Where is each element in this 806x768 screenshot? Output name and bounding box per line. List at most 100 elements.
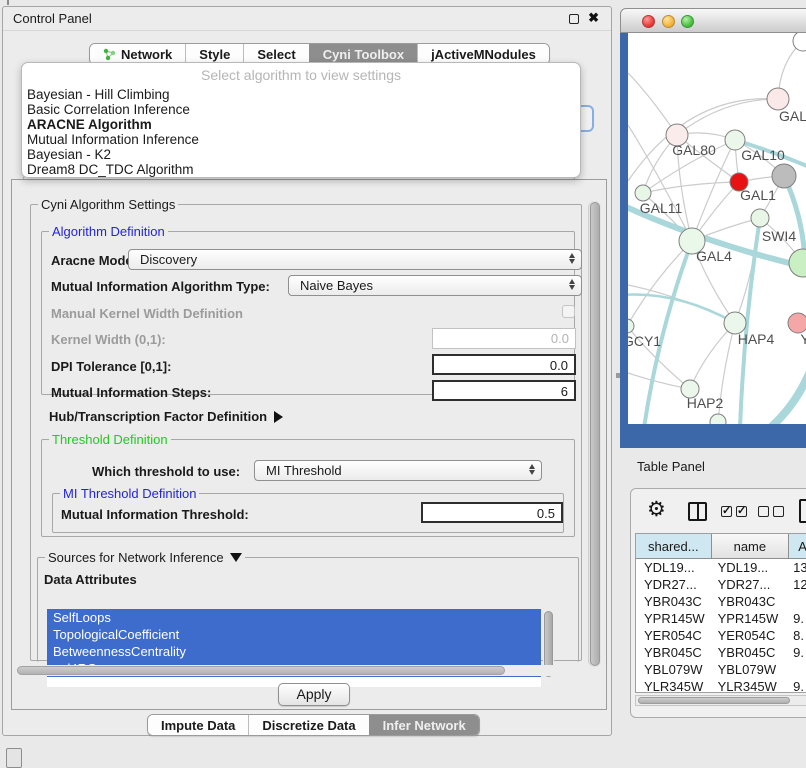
control-panel-titlebar[interactable]: Control Panel ✖ (3, 7, 611, 31)
network-node-label: GAL80 (672, 142, 716, 158)
gear-icon[interactable]: ⚙ (647, 497, 666, 522)
unchecked-checkbox-icon[interactable] (773, 506, 784, 517)
which-threshold-combo[interactable]: MI Threshold (254, 460, 542, 481)
tab-cyni-toolbox[interactable]: Cyni Toolbox (309, 44, 417, 64)
table-row[interactable]: YBL079WYBL079W (636, 661, 806, 678)
table-cell (789, 593, 806, 610)
data-attribute-item[interactable]: TopologicalCoefficient (47, 626, 541, 643)
aracne-mode-combo[interactable]: Discovery (128, 249, 582, 270)
tab-network-label: Network (121, 47, 172, 62)
settings-horizontal-scrollbar[interactable] (15, 665, 585, 676)
column-header-name[interactable]: name (712, 534, 790, 558)
mi-threshold-field[interactable]: 0.5 (421, 502, 563, 523)
network-node-gal[interactable] (767, 88, 789, 110)
kernel-width-field[interactable]: 0.0 (432, 328, 576, 349)
table-row[interactable]: YBR043CYBR043C (636, 593, 806, 610)
table-row[interactable]: YPR145WYPR145W9. (636, 610, 806, 627)
network-node-gal11[interactable] (635, 185, 651, 201)
collapse-arrow-icon[interactable] (230, 553, 242, 562)
mi-steps-field[interactable]: 6 (432, 380, 576, 401)
network-edge[interactable] (628, 73, 677, 135)
scrollbar-thumb[interactable] (590, 202, 600, 666)
mac-close-button[interactable] (642, 15, 655, 28)
table-row[interactable]: YDR27...YDR27...12 (636, 576, 806, 593)
data-attribute-item[interactable]: SelfLoops (47, 609, 541, 626)
network-edge[interactable] (628, 285, 735, 323)
data-attribute-item[interactable]: BetweennessCentrality (47, 643, 541, 660)
table-cell: YER054C (712, 627, 790, 644)
algorithm-option-list: Bayesian - Hill ClimbingBasic Correlatio… (22, 87, 580, 177)
network-node-y[interactable] (788, 313, 806, 333)
network-node-swi4[interactable] (751, 209, 769, 227)
scrollbar-thumb[interactable] (17, 666, 505, 675)
hub-definition-expander[interactable]: Hub/Transcription Factor Definition (49, 409, 283, 424)
manual-kernel-checkbox[interactable] (562, 305, 575, 318)
table-row[interactable]: YLR345WYLR345W9. (636, 678, 806, 693)
network-canvas-svg: GALGAL80GAL10GAL1GAL11SWI4GAL4HAP4YHAP2G… (628, 33, 806, 424)
algorithm-option[interactable]: ARACNE Algorithm (22, 117, 580, 132)
tab-discretize-data[interactable]: Discretize Data (248, 715, 368, 735)
mi-type-combo[interactable]: Naive Bayes (288, 275, 582, 296)
table-row[interactable]: YBR045CYBR045C9. (636, 644, 806, 661)
dpi-tolerance-label: DPI Tolerance [0,1]: (51, 359, 171, 374)
table-cell: YBR045C (712, 644, 790, 661)
table-cell: YDR27... (636, 576, 712, 593)
mi-threshold-definition-title: MI Threshold Definition (60, 486, 199, 501)
network-edge[interactable] (628, 99, 778, 181)
cyni-settings-scrollpane: Cyni Algorithm Settings Algorithm Defini… (11, 179, 607, 710)
algorithm-option[interactable]: Dream8 DC_TDC Algorithm (22, 162, 580, 177)
float-window-icon[interactable] (569, 14, 579, 24)
table-cell: YPR145W (712, 610, 790, 627)
scrollbar-thumb[interactable] (638, 697, 790, 704)
page-icon[interactable] (799, 499, 806, 523)
mac-minimize-button[interactable] (662, 15, 675, 28)
table-cell: YBR045C (636, 644, 712, 661)
unchecked-checkbox-icon[interactable] (758, 506, 769, 517)
apply-button[interactable]: Apply (278, 683, 350, 706)
network-edge[interactable] (690, 323, 735, 389)
network-edge[interactable] (677, 99, 778, 135)
dpi-tolerance-field[interactable]: 0.0 (432, 354, 576, 375)
tab-jactivemnodules[interactable]: jActiveMNodules (417, 44, 549, 64)
node-table: shared... name A YDL19...YDL19...13YDR27… (635, 533, 806, 693)
network-node-label: Y (800, 331, 806, 347)
network-node-label: GAL (779, 108, 806, 124)
table-row[interactable]: YDL19...YDL19...13 (636, 559, 806, 576)
table-cell: YLR345W (636, 678, 712, 693)
network-view-window: GALGAL80GAL10GAL1GAL11SWI4GAL4HAP4YHAP2G… (620, 8, 806, 448)
network-node[interactable] (789, 249, 806, 277)
algorithm-option[interactable]: Bayesian - Hill Climbing (22, 87, 580, 102)
tab-infer-network[interactable]: Infer Network (369, 715, 479, 735)
column-header-partial[interactable]: A (789, 534, 806, 558)
table-row[interactable]: YER054CYER054C8. (636, 627, 806, 644)
table-cell (789, 661, 806, 678)
table-horizontal-scrollbar[interactable] (635, 695, 806, 706)
checked-checkbox-icon[interactable]: ✓ (736, 506, 747, 517)
data-attributes-label: Data Attributes (44, 572, 137, 587)
mac-zoom-button[interactable] (681, 15, 694, 28)
tab-style[interactable]: Style (185, 44, 243, 64)
algorithm-option[interactable]: Basic Correlation Inference (22, 102, 580, 117)
expand-arrow-icon[interactable] (274, 411, 283, 423)
algorithm-dropdown-popup: Select algorithm to view settings Bayesi… (21, 62, 581, 178)
settings-vertical-scrollbar[interactable] (588, 201, 601, 667)
network-node-label: GAL10 (741, 147, 785, 163)
network-node[interactable] (772, 164, 796, 188)
tab-select[interactable]: Select (243, 44, 308, 64)
network-edge[interactable] (628, 241, 692, 326)
tab-network[interactable]: Network (90, 44, 185, 64)
checked-checkbox-icon[interactable]: ✓ (721, 506, 732, 517)
algorithm-option[interactable]: Bayesian - K2 (22, 147, 580, 162)
close-icon[interactable]: ✖ (588, 10, 599, 26)
mi-threshold-label: Mutual Information Threshold: (61, 507, 249, 522)
network-window-titlebar[interactable] (620, 8, 806, 33)
network-node[interactable] (793, 33, 806, 51)
network-node[interactable] (628, 319, 634, 333)
column-header-shared-name[interactable]: shared... (636, 534, 712, 558)
columns-layout-icon[interactable] (688, 502, 707, 521)
table-header-row: shared... name A (636, 534, 806, 559)
network-node[interactable] (710, 414, 726, 424)
algorithm-option[interactable]: Mutual Information Inference (22, 132, 580, 147)
network-canvas[interactable]: GALGAL80GAL10GAL1GAL11SWI4GAL4HAP4YHAP2G… (628, 33, 806, 424)
tab-impute-data[interactable]: Impute Data (148, 715, 248, 735)
